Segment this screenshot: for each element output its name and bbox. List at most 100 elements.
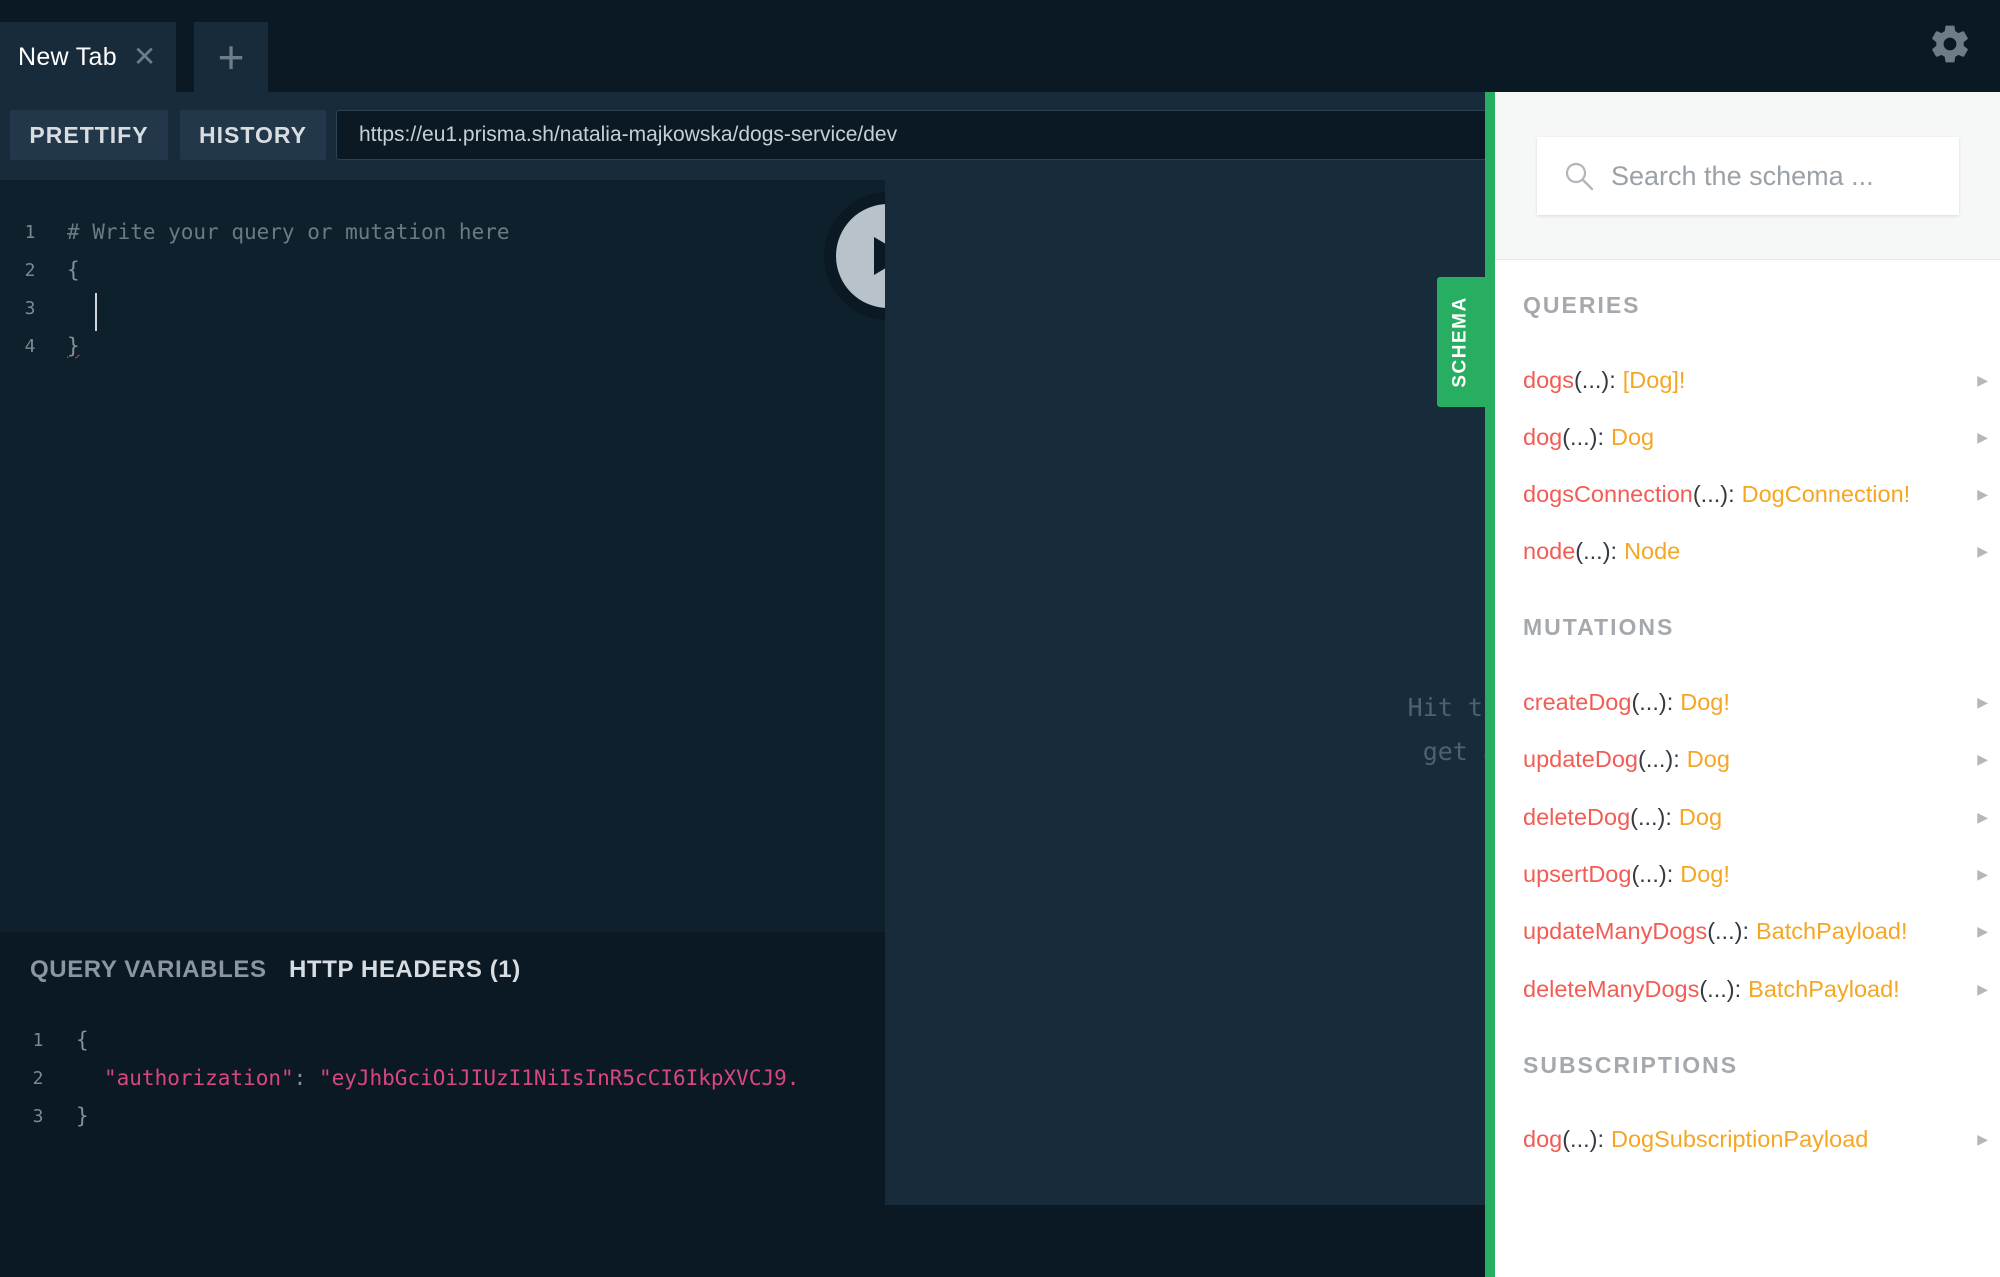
field-name: dog	[1523, 1125, 1563, 1152]
text-cursor	[95, 293, 97, 331]
field-separator: :	[1610, 537, 1618, 564]
field-separator: :	[1597, 1125, 1604, 1152]
field-separator: :	[1666, 688, 1674, 715]
field-args: (...)	[1699, 975, 1735, 1002]
field-args: (...)	[1575, 537, 1611, 564]
schema-field-node[interactable]: node (...): Node ▶	[1523, 531, 1988, 571]
header-key: "authorization"	[104, 1066, 294, 1090]
queries-section-title: QUERIES	[1523, 292, 1641, 318]
schema-field-update-dog[interactable]: updateDog (...): Dog ▶	[1523, 739, 1988, 779]
footer-strip	[0, 1205, 1485, 1277]
field-name: createDog	[1523, 688, 1632, 715]
code-text: # Write your query or mutation here	[67, 220, 510, 244]
field-separator: :	[1666, 860, 1674, 887]
triangle-right-icon: ▶	[1977, 980, 1988, 997]
variables-panel: QUERY VARIABLES HTTP HEADERS (1) 1 { 2 "…	[0, 932, 885, 1205]
schema-field-delete-many-dogs[interactable]: deleteManyDogs (...): BatchPayload! ▶	[1523, 969, 1988, 1009]
field-name: updateManyDogs	[1523, 917, 1708, 944]
field-type: Dog!	[1680, 860, 1730, 887]
field-separator: :	[1728, 480, 1735, 507]
field-args: (...)	[1573, 366, 1610, 393]
triangle-right-icon: ▶	[1977, 371, 1988, 388]
field-separator: :	[1609, 366, 1616, 393]
code-text: }	[67, 334, 80, 358]
line-number: 4	[24, 335, 36, 357]
line-number: 2	[24, 259, 36, 281]
query-editor[interactable]: 1 # Write your query or mutation here 2 …	[0, 180, 885, 932]
triangle-right-icon: ▶	[1977, 542, 1988, 559]
field-type: Dog	[1611, 423, 1655, 450]
triangle-right-icon: ▶	[1977, 1130, 1988, 1147]
field-separator: :	[1673, 745, 1680, 772]
field-name: dogs	[1523, 366, 1574, 393]
field-type: DogConnection!	[1741, 480, 1911, 507]
result-hint: Hit the Play B get a respon	[1263, 686, 1485, 774]
field-separator: :	[1742, 917, 1749, 944]
line-number: 3	[24, 297, 36, 319]
schema-field-dog[interactable]: dog (...): Dog ▶	[1523, 417, 1988, 457]
field-type: [Dog]!	[1622, 366, 1686, 393]
plus-icon[interactable]: +	[194, 22, 268, 92]
schema-search-input[interactable]	[1611, 160, 1931, 192]
triangle-right-icon: ▶	[1977, 428, 1988, 445]
header-separator: :	[293, 1066, 319, 1090]
field-separator: :	[1734, 975, 1742, 1002]
tab-title: New Tab	[18, 42, 117, 71]
close-icon[interactable]: ✕	[133, 43, 156, 71]
field-type: Node	[1624, 537, 1681, 564]
code-text: {	[67, 258, 80, 282]
triangle-right-icon: ▶	[1977, 693, 1988, 710]
field-name: dogsConnection	[1523, 480, 1693, 507]
schema-field-create-dog[interactable]: createDog (...): Dog! ▶	[1523, 682, 1988, 722]
code-text: }	[76, 1104, 89, 1128]
headers-line: 2 "authorization": "eyJhbGciOiJIUzI1NiIs…	[0, 1059, 885, 1097]
history-button[interactable]: HISTORY	[180, 110, 326, 160]
field-name: node	[1523, 537, 1576, 564]
mutations-section-title: MUTATIONS	[1523, 614, 1675, 640]
schema-field-update-many-dogs[interactable]: updateManyDogs (...): BatchPayload! ▶	[1523, 911, 1988, 951]
result-hint-line: Hit the Play B	[1407, 693, 1485, 722]
field-args: (...)	[1631, 860, 1667, 887]
line-number: 1	[24, 221, 36, 243]
prettify-button[interactable]: PRETTIFY	[10, 110, 168, 160]
field-name: updateDog	[1523, 745, 1638, 772]
schema-field-dogs-connection[interactable]: dogsConnection (...): DogConnection! ▶	[1523, 474, 1988, 514]
schema-search-box[interactable]	[1537, 137, 1959, 215]
field-type: Dog	[1678, 803, 1723, 830]
field-args: (...)	[1631, 688, 1667, 715]
endpoint-url-input[interactable]: https://eu1.prisma.sh/natalia-majkowska/…	[336, 110, 1485, 160]
schema-toggle-tab[interactable]: SCHEMA	[1437, 277, 1485, 407]
editor-toolbar: PRETTIFY HISTORY https://eu1.prisma.sh/n…	[0, 92, 1485, 180]
triangle-right-icon: ▶	[1977, 750, 1988, 767]
tab-query-variables[interactable]: QUERY VARIABLES	[30, 956, 267, 984]
gear-icon[interactable]	[1928, 22, 1972, 66]
schema-field-dog-subscription[interactable]: dog (...): DogSubscriptionPayload ▶	[1523, 1119, 1988, 1159]
field-args: (...)	[1562, 423, 1598, 450]
field-type: Dog	[1686, 745, 1730, 772]
tab-new-tab[interactable]: New Tab ✕	[0, 22, 176, 92]
schema-field-dogs[interactable]: dogs (...): [Dog]! ▶	[1523, 360, 1988, 400]
triangle-right-icon: ▶	[1977, 922, 1988, 939]
subscriptions-section-title: SUBSCRIPTIONS	[1523, 1052, 1739, 1078]
field-name: deleteManyDogs	[1523, 975, 1700, 1002]
schema-tab-label: SCHEMA	[1450, 296, 1471, 388]
field-name: deleteDog	[1523, 803, 1631, 830]
field-args: (...)	[1638, 745, 1674, 772]
schema-field-delete-dog[interactable]: deleteDog (...): Dog ▶	[1523, 797, 1988, 837]
field-args: (...)	[1707, 917, 1743, 944]
field-args: (...)	[1692, 480, 1729, 507]
field-name: upsertDog	[1523, 860, 1632, 887]
tab-http-headers[interactable]: HTTP HEADERS (1)	[289, 956, 521, 984]
field-separator: :	[1665, 803, 1672, 830]
field-separator: :	[1597, 423, 1604, 450]
schema-field-upsert-dog[interactable]: upsertDog (...): Dog! ▶	[1523, 854, 1988, 894]
line-number: 2	[32, 1067, 44, 1089]
result-pane: Hit the Play B get a respon	[885, 180, 1485, 1205]
triangle-right-icon: ▶	[1977, 808, 1988, 825]
headers-line: 1 {	[0, 1021, 885, 1059]
triangle-right-icon: ▶	[1977, 865, 1988, 882]
field-type: BatchPayload!	[1748, 975, 1900, 1002]
schema-search-area	[1495, 92, 2000, 260]
line-number: 3	[32, 1105, 44, 1127]
search-icon	[1565, 162, 1594, 191]
